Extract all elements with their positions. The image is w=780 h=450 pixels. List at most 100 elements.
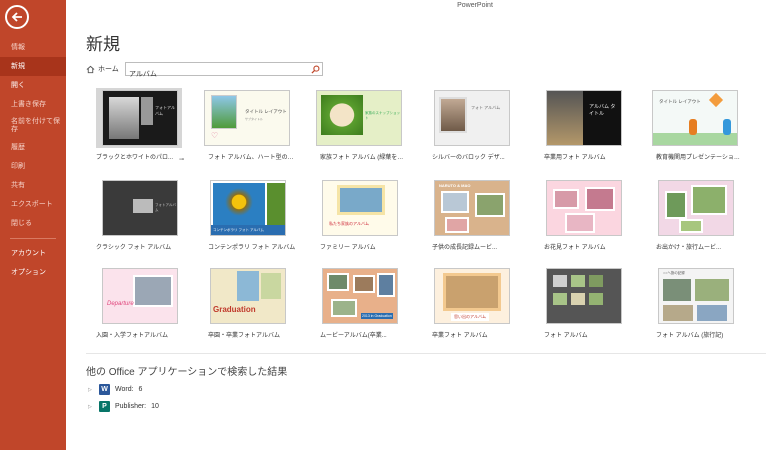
template-tile[interactable]: お出かけ・旅行ムービ... bbox=[656, 178, 746, 251]
template-thumbnail: ○○へ旅の記録 bbox=[658, 268, 734, 324]
thumb-title: タイトル レイアウト bbox=[659, 99, 701, 104]
thumb-title: 2013 in Graduation bbox=[361, 313, 393, 319]
thumb-title: アルバム タイトル bbox=[589, 104, 616, 117]
thumb-title: タイトル レイアウト bbox=[245, 109, 287, 114]
template-label: シルバーのバロック デザ... bbox=[432, 155, 505, 161]
template-thumbnail bbox=[658, 180, 734, 236]
template-tile[interactable]: タイトル レイアウト 教育機関用プレゼンテーション、ア... bbox=[652, 88, 746, 161]
nav-item-export[interactable]: エクスポート bbox=[0, 195, 66, 214]
backstage-sidebar: 情報 新規 開く 上書き保存 名前を付けて保存 履歴 印刷 共有 エクスポート … bbox=[0, 0, 66, 450]
template-thumbnail: アルバム タイトル bbox=[546, 90, 622, 146]
template-thumbnail: コンテンポラリ フォト アルバム bbox=[210, 180, 286, 236]
nav-item-history[interactable]: 履歴 bbox=[0, 138, 66, 157]
template-label: コンテンポラリ フォト アルバム bbox=[208, 245, 296, 251]
thumb-title: ○○へ旅の記録 bbox=[663, 271, 685, 275]
thumb-graduation: Graduation bbox=[213, 305, 256, 314]
template-thumbnail bbox=[546, 268, 622, 324]
app-count: 6 bbox=[138, 386, 143, 393]
nav-item-print[interactable]: 印刷 bbox=[0, 157, 66, 176]
expand-triangle-icon[interactable]: ▷ bbox=[88, 404, 94, 410]
template-label: 入園・入学フォトアルバム bbox=[96, 333, 168, 339]
nav-item-save[interactable]: 上書き保存 bbox=[0, 95, 66, 114]
template-thumbnail: 2013 in Graduation bbox=[322, 268, 398, 324]
search-box bbox=[125, 62, 323, 80]
template-thumbnail: 家族のスナップショット bbox=[316, 90, 402, 146]
template-label: ムービーアルバム(卒業... bbox=[320, 333, 387, 339]
thumb-title: 思い出のアルバム bbox=[451, 313, 489, 321]
app-title: PowerPoint bbox=[457, 2, 493, 9]
template-tile[interactable]: アルバム タイトル 卒業用フォト アルバム bbox=[544, 88, 634, 161]
expand-triangle-icon[interactable]: ▷ bbox=[88, 387, 94, 393]
thumb-title: フォト アルバム bbox=[471, 105, 501, 110]
app-count: 10 bbox=[151, 403, 159, 410]
template-thumbnail bbox=[546, 180, 622, 236]
template-thumbnail: NARUTO & MAO bbox=[434, 180, 510, 236]
template-tile[interactable]: フォト アルバム シルバーのバロック デザ... bbox=[432, 88, 522, 161]
thumb-title: 私たち家族のアルバム bbox=[329, 221, 369, 226]
template-tile[interactable]: フォト アルバム bbox=[544, 266, 634, 339]
word-icon: W bbox=[99, 384, 110, 395]
template-thumbnail: タイトル レイアウト サブタイトル ♡ bbox=[204, 90, 290, 146]
template-thumbnail: Departure bbox=[102, 268, 178, 324]
template-tile[interactable]: NARUTO & MAO 子供の成長記録ムービ... bbox=[432, 178, 522, 251]
template-label: フォト アルバム、ハート型の花のデ... bbox=[208, 155, 296, 161]
app-name: Publisher: bbox=[115, 403, 147, 410]
search-input[interactable] bbox=[126, 68, 306, 80]
template-thumbnail: フォト アルバム bbox=[434, 90, 510, 146]
template-thumbnail: タイトル レイアウト bbox=[652, 90, 738, 146]
home-link[interactable]: ホーム bbox=[86, 64, 119, 74]
template-thumbnail: 私たち家族のアルバム bbox=[322, 180, 398, 236]
template-thumbnail: Graduation bbox=[210, 268, 286, 324]
template-tile[interactable]: 家族のスナップショット 家族フォト アルバム (緑葉をあしら... bbox=[316, 88, 410, 161]
thumb-title: 家族のスナップショット bbox=[365, 111, 400, 120]
section-divider bbox=[86, 353, 766, 354]
nav-item-new[interactable]: 新規 bbox=[0, 57, 66, 76]
nav-item-open[interactable]: 開く bbox=[0, 76, 66, 95]
template-label: 子供の成長記録ムービ... bbox=[432, 245, 498, 251]
template-label: フォト アルバム (旅行記) bbox=[656, 333, 724, 339]
template-tile[interactable]: フォトアルバム クラシック フォト アルバム bbox=[96, 178, 186, 251]
template-tile[interactable]: Graduation 卒園・卒業フォトアルバム bbox=[208, 266, 298, 339]
thumb-title: コンテンポラリ フォト アルバム bbox=[211, 225, 285, 235]
template-label: ブラックとホワイトのパロ... bbox=[96, 155, 174, 161]
nav-item-save-as[interactable]: 名前を付けて保存 bbox=[0, 114, 66, 138]
template-tile[interactable]: 私たち家族のアルバム ファミリー アルバム bbox=[320, 178, 410, 251]
nav-item-info[interactable]: 情報 bbox=[0, 38, 66, 57]
thumb-departure: Departure bbox=[107, 301, 134, 307]
other-app-word[interactable]: ▷ W Word: 6 bbox=[88, 384, 142, 395]
home-label: ホーム bbox=[98, 66, 119, 73]
template-label: 教育機関用プレゼンテーション、ア... bbox=[656, 155, 744, 161]
template-label: 卒業フォト アルバム bbox=[432, 333, 488, 339]
template-tile[interactable]: 思い出のアルバム 卒業フォト アルバム bbox=[432, 266, 522, 339]
thumb-subtitle: サブタイトル bbox=[245, 117, 264, 121]
nav-item-close[interactable]: 閉じる bbox=[0, 214, 66, 233]
template-tile[interactable]: Departure 入園・入学フォトアルバム bbox=[96, 266, 186, 339]
template-label: 卒園・卒業フォトアルバム bbox=[208, 333, 280, 339]
backstage-nav: 情報 新規 開く 上書き保存 名前を付けて保存 履歴 印刷 共有 エクスポート … bbox=[0, 38, 66, 282]
template-tile[interactable]: タイトル レイアウト サブタイトル ♡ フォト アルバム、ハート型の花のデ... bbox=[204, 88, 298, 161]
template-label: 卒業用フォト アルバム bbox=[544, 155, 606, 161]
pin-icon[interactable]: ⊸ bbox=[179, 156, 184, 163]
other-apps-heading: 他の Office アプリケーションで検索した結果 bbox=[86, 367, 288, 378]
nav-item-options[interactable]: オプション bbox=[0, 263, 66, 282]
template-tile[interactable]: ○○へ旅の記録 フォト アルバム (旅行記) bbox=[656, 266, 746, 339]
template-tile[interactable]: 2013 in Graduation ムービーアルバム(卒業... bbox=[320, 266, 410, 339]
nav-item-share[interactable]: 共有 bbox=[0, 176, 66, 195]
template-thumbnail: 思い出のアルバム bbox=[434, 268, 510, 324]
template-label: 家族フォト アルバム (緑葉をあしら... bbox=[320, 155, 408, 161]
template-tile[interactable]: コンテンポラリ フォト アルバム コンテンポラリ フォト アルバム bbox=[208, 178, 298, 251]
app-name: Word: bbox=[115, 386, 134, 393]
template-label: お出かけ・旅行ムービ... bbox=[656, 245, 722, 251]
template-label: フォト アルバム bbox=[544, 333, 588, 339]
thumb-title: NARUTO & MAO bbox=[439, 183, 471, 188]
nav-item-account[interactable]: アカウント bbox=[0, 244, 66, 263]
page-title: 新規 bbox=[86, 35, 120, 54]
template-tile[interactable]: お花見フォト アルバム bbox=[544, 178, 634, 251]
home-icon bbox=[86, 65, 95, 73]
other-app-publisher[interactable]: ▷ P Publisher: 10 bbox=[88, 401, 159, 412]
search-icon[interactable] bbox=[311, 65, 320, 74]
template-tile[interactable]: フォトアルバム ブラックとホワイトのパロ... ⊸ bbox=[96, 88, 186, 163]
nav-divider bbox=[10, 238, 56, 239]
arrow-left-icon bbox=[11, 12, 22, 22]
thumb-title: フォトアルバム bbox=[155, 105, 175, 116]
